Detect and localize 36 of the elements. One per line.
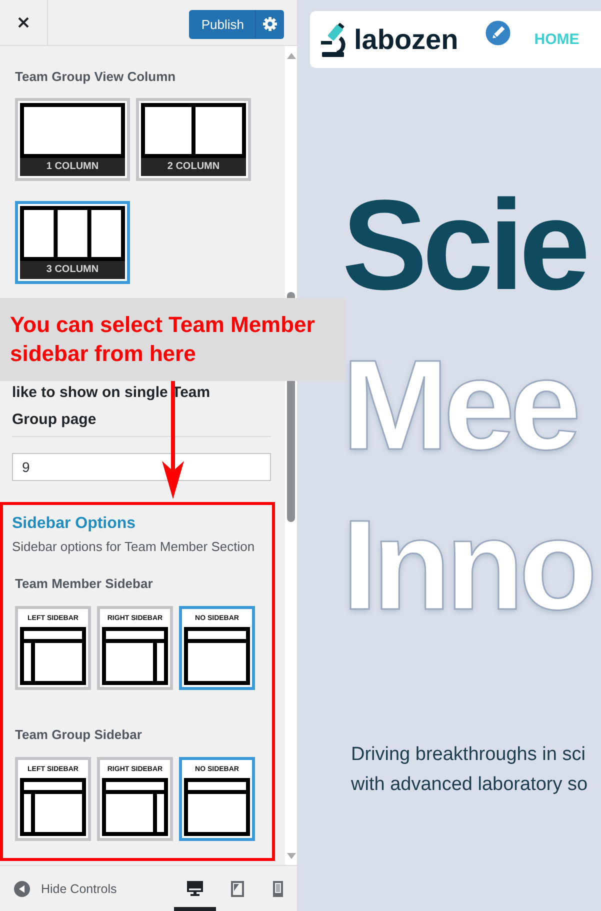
scroll-up-icon (286, 53, 296, 59)
section-title: Sidebar Options (12, 514, 137, 534)
page-layout-icon (20, 627, 86, 685)
page-layout-icon (184, 778, 250, 836)
page-layout-icon (184, 627, 250, 685)
column-layout-option[interactable]: 1 COLUMN (15, 98, 130, 181)
page-layout-icon (102, 778, 168, 836)
column-layout-icon (20, 103, 125, 158)
hero-subtitle: Driving breakthroughs in sci with advanced laboratory so (351, 743, 589, 797)
control-title: Team Member Sidebar (15, 575, 154, 593)
column-layout-icon (20, 206, 125, 261)
column-layout-option[interactable]: 3 COLUMN (15, 201, 130, 284)
publish-settings-button[interactable] (255, 10, 284, 38)
column-layout-icon (141, 103, 246, 158)
control-title: Team Group Sidebar (15, 726, 143, 744)
publish-button[interactable]: Publish (189, 10, 255, 38)
section-description: Sidebar options for Team Member Section (12, 538, 256, 556)
annotation-note: You can select Team Member sidebar from here (0, 298, 346, 381)
monitor-icon (187, 881, 203, 896)
page-layout-icon (102, 627, 168, 685)
control-title: Team Group View Column (15, 68, 177, 86)
tablet-icon (230, 880, 244, 896)
scroll-down-icon (286, 853, 296, 859)
pencil-icon (484, 19, 512, 47)
phone-icon (272, 880, 282, 896)
column-layout-option[interactable]: 2 COLUMN (136, 98, 251, 181)
hero-heading-line: Inno (342, 493, 594, 639)
gear-icon (263, 17, 277, 31)
number-field[interactable]: 9 (12, 453, 271, 481)
edit-shortcut-button[interactable] (484, 19, 512, 47)
site-logo[interactable]: labozen (354, 22, 458, 56)
arrow-left-icon (14, 880, 30, 896)
page-layout-icon (20, 778, 86, 836)
close-icon (18, 17, 29, 28)
field-label: like to show on single Team Group page (12, 383, 212, 430)
hide-controls-button[interactable]: Hide Controls (0, 866, 117, 911)
